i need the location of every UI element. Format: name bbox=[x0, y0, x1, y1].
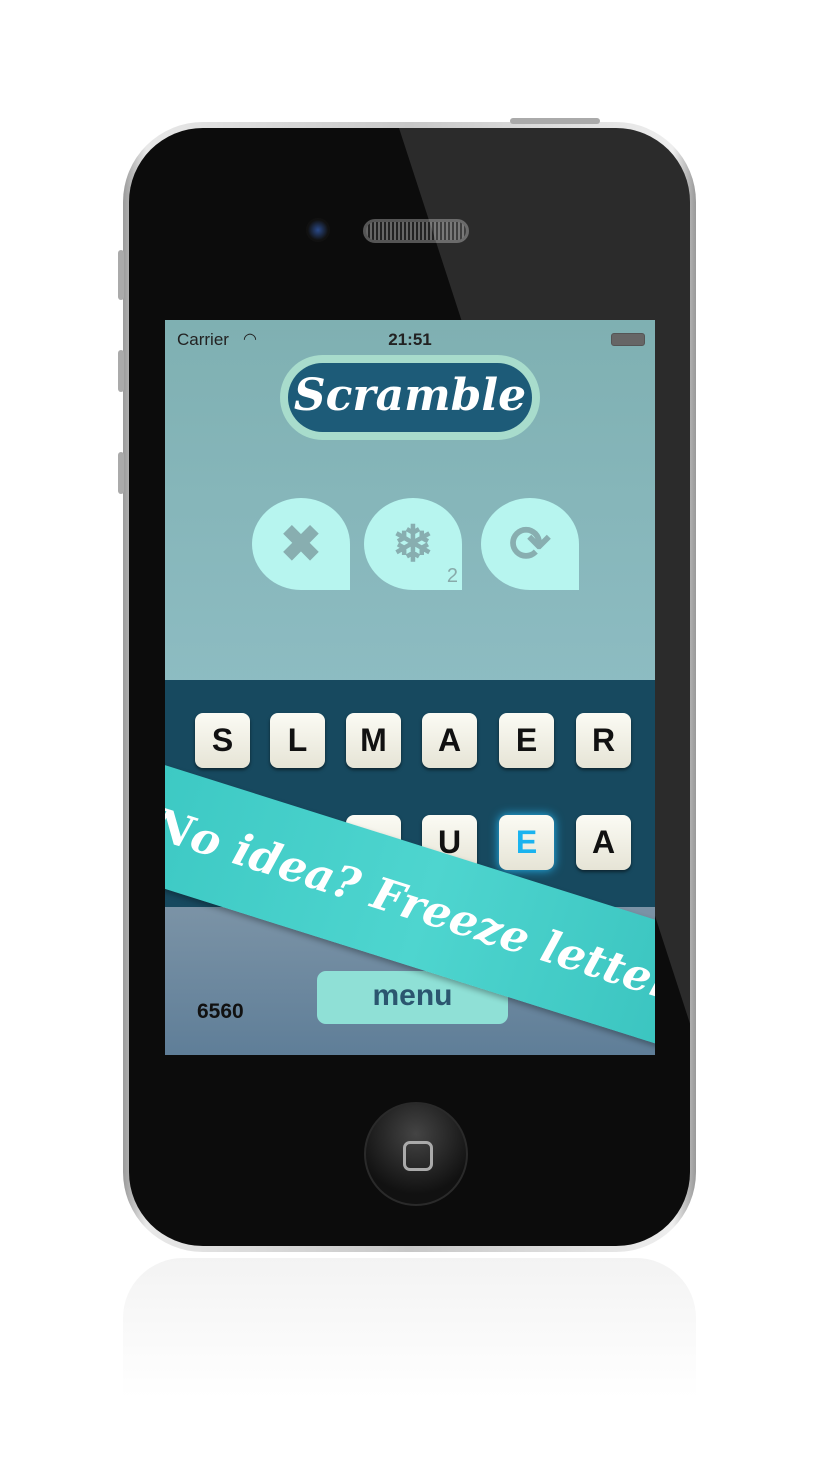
letter-tile[interactable]: L bbox=[270, 713, 325, 768]
camera-icon bbox=[306, 218, 330, 242]
phone-reflection bbox=[123, 1258, 696, 1458]
volume-down-button[interactable] bbox=[118, 452, 124, 494]
letter-tile[interactable]: E bbox=[499, 713, 554, 768]
letter-tile[interactable]: A bbox=[576, 815, 631, 870]
mute-switch[interactable] bbox=[118, 250, 124, 300]
home-square-icon bbox=[403, 1141, 433, 1171]
letter-tile[interactable]: A bbox=[422, 713, 477, 768]
close-icon: ✖ bbox=[280, 516, 322, 572]
letter-tile[interactable]: M bbox=[346, 713, 401, 768]
home-button[interactable] bbox=[364, 1102, 468, 1206]
status-bar: Carrier ◠ 21:51 bbox=[165, 320, 655, 356]
snowflake-icon: ❄ bbox=[392, 516, 434, 572]
clock: 21:51 bbox=[388, 330, 432, 349]
freeze-count: 2 bbox=[446, 565, 458, 587]
clear-button[interactable]: ✖ bbox=[252, 498, 350, 590]
score: 6560 bbox=[197, 1000, 244, 1023]
letter-tile[interactable]: S bbox=[195, 713, 250, 768]
letter-tile[interactable]: R bbox=[576, 713, 631, 768]
freeze-button[interactable]: ❄ 2 bbox=[364, 498, 462, 590]
refresh-icon: ⟳ bbox=[509, 516, 551, 572]
app-screen: Carrier ◠ 21:51 Scramble ✖ ❄ 2 ⟳ S L M A … bbox=[165, 320, 655, 1055]
app-logo: Scramble bbox=[280, 355, 540, 440]
logo-text: Scramble bbox=[288, 363, 532, 432]
battery-icon bbox=[611, 333, 645, 346]
power-button[interactable] bbox=[510, 118, 600, 124]
frozen-letter-tile[interactable]: E bbox=[499, 815, 554, 870]
shuffle-button[interactable]: ⟳ bbox=[481, 498, 579, 590]
volume-up-button[interactable] bbox=[118, 350, 124, 392]
